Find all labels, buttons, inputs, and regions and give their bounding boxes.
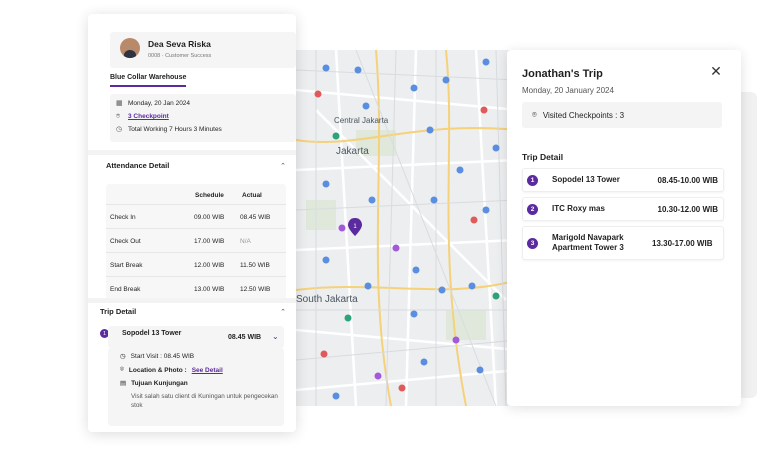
info-date: Monday, 20 Jan 2024 [128,100,191,107]
trip-item-time: 08.45-10.00 WIB [657,175,718,185]
table-row: Check Out 17.00 WIB N/A [106,228,286,252]
divider [88,298,296,303]
table-row: End Break 13.00 WIB 12.50 WIB [106,276,286,300]
trip-item-number: 1 [527,174,538,186]
see-detail-link[interactable]: See Detail [192,367,223,374]
map-view[interactable]: 1 Central Jakarta Jakarta South Jakarta [296,50,518,406]
attendance-title: Attendance Detail [106,161,170,170]
trip-item[interactable]: 1 Sopodel 13 Tower 08.45-10.00 WIB [522,168,724,192]
trip-item[interactable]: 3 Marigold Navapark Apartment Tower 3 13… [522,226,724,260]
location-label: Location & Photo : [128,366,187,374]
row-label: Check Out [110,238,141,245]
trip-item-name: Sopodel 13 Tower [122,330,182,337]
divider [88,150,296,155]
tujuan-description: Visit salah satu client di Kuningan untu… [131,393,278,409]
tab-blue-collar-warehouse[interactable]: Blue Collar Warehouse [110,74,187,87]
chevron-down-icon[interactable]: ⌄ [272,332,279,341]
chevron-up-icon[interactable]: ⌃ [280,162,286,170]
checkpoint-link[interactable]: 3 Checkpoint [128,113,169,120]
row-schedule: 09.00 WIB [194,214,225,221]
info-date-row: ▦ Monday, 20 Jan 2024 [116,100,190,107]
visited-checkpoints-label: Visited Checkpoints : 3 [542,110,625,120]
map-label-south: South Jakarta [296,294,358,305]
profile-sub: 0008 · Customer Success [148,53,211,59]
trip-item-time: 08.45 WIB [228,334,262,341]
table-row: Start Break 12.00 WIB 11.50 WIB [106,252,286,276]
trip-date: Monday, 20 January 2024 [522,86,614,95]
trip-item-name: Sopodel 13 Tower [552,175,620,184]
location-pin-icon: ⌾ [120,366,124,373]
avatar [120,38,140,58]
row-schedule: 13.00 WIB [194,286,225,293]
clock-icon: ◷ [116,126,123,133]
trip-item-number: 2 [527,203,538,215]
profile-role: Customer Success [165,53,212,59]
row-actual: 11.50 WIB [240,262,270,269]
trip-panel: Jonathan's Trip ✕ Monday, 20 January 202… [507,50,741,406]
col-actual: Actual [242,192,262,199]
row-actual: N/A [240,238,251,245]
tujuan-label: Tujuan Kunjungan [131,379,188,387]
trip-detail-left-title: Trip Detail [100,307,137,316]
trip-item-number: 3 [527,237,538,249]
row-schedule: 12.00 WIB [194,262,225,269]
start-visit: Start Visit : 08.45 WIB [130,352,195,360]
profile-id: 0008 [148,53,161,59]
map-label-central: Central Jakarta [334,116,389,125]
trip-detail-title: Trip Detail [522,152,564,162]
chevron-up-icon[interactable]: ⌃ [280,308,286,316]
map-roads: 1 [296,50,518,406]
row-label: Check In [110,214,136,221]
profile-name: Dea Seva Riska [148,39,211,49]
location-photo-row: ⌾ Location & Photo : See Detail [120,366,223,374]
row-label: Start Break [110,262,143,269]
tujuan-row: ▤ Tujuan Kunjungan [120,379,188,388]
trip-item-name: ITC Roxy mas [552,204,605,213]
clock-icon: ◷ [120,353,126,360]
trip-title: Jonathan's Trip [522,68,603,80]
map-label-jakarta: Jakarta [336,146,369,157]
visited-checkpoints: ⌾ Visited Checkpoints : 3 [522,102,722,128]
trip-item-time: 10.30-12.00 WIB [657,204,718,214]
trip-item[interactable]: 2 ITC Roxy mas 10.30-12.00 WIB [522,197,724,221]
calendar-icon: ▦ [116,100,123,107]
col-schedule: Schedule [195,192,224,199]
row-label: End Break [110,286,141,293]
row-schedule: 17.00 WIB [194,238,225,245]
info-working-row: ◷ Total Working 7 Hours 3 Minutes [116,126,222,133]
table-row: Check In 09.00 WIB 08.45 WIB [106,204,286,228]
employee-panel: Dea Seva Riska 0008 · Customer Success B… [88,14,296,432]
location-pin-icon: ⌾ [532,110,537,119]
trip-item-header[interactable]: Sopodel 13 Tower 08.45 WIB ⌄ [108,326,284,348]
row-actual: 12.50 WIB [240,286,271,293]
info-box: ▦ Monday, 20 Jan 2024 ⌾ 3 Checkpoint ◷ T… [110,94,296,142]
attendance-table: Schedule Actual Check In 09.00 WIB 08.45… [106,184,286,300]
close-icon[interactable]: ✕ [709,64,723,78]
start-visit-row: ◷ Start Visit : 08.45 WIB [120,352,195,361]
trip-item-time: 13.30-17.00 WIB [652,238,713,248]
document-icon: ▤ [120,380,127,387]
info-checkpoint-row: ⌾ 3 Checkpoint [116,113,169,120]
info-working: Total Working 7 Hours 3 Minutes [128,126,222,133]
profile-card[interactable]: Dea Seva Riska 0008 · Customer Success [110,32,296,68]
location-pin-icon: ⌾ [116,113,121,120]
trip-item-name: Marigold Navapark Apartment Tower 3 [552,233,624,252]
row-actual: 08.45 WIB [240,214,271,221]
